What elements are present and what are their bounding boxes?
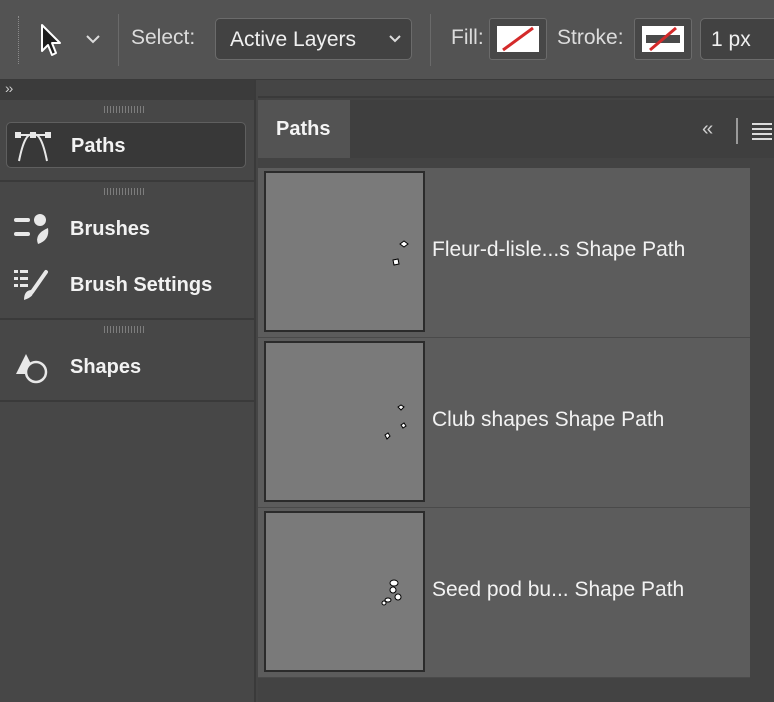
no-color-icon xyxy=(497,26,539,52)
dock-item-label: Shapes xyxy=(70,356,142,378)
select-value: Active Layers xyxy=(230,28,357,51)
group-grip[interactable] xyxy=(104,326,144,333)
chevron-down-icon xyxy=(387,31,403,47)
stroke-label: Stroke: xyxy=(557,26,624,49)
select-dropdown[interactable]: Active Layers xyxy=(215,18,412,60)
collapsed-panel-dock: ›› Paths Brushes Brush Settings Shapes xyxy=(0,80,256,702)
dock-item-label: Brush Settings xyxy=(70,274,213,296)
paths-icon xyxy=(13,127,53,165)
panel-header: Paths ‹‹ xyxy=(258,100,774,158)
path-thumbnail xyxy=(264,511,425,672)
dock-item-paths[interactable]: Paths xyxy=(6,122,246,168)
dock-item-label: Brushes xyxy=(70,218,151,240)
stroke-swatch[interactable] xyxy=(634,18,692,60)
dock-item-brushes[interactable]: Brushes xyxy=(6,206,246,252)
tab-paths[interactable]: Paths xyxy=(258,100,350,158)
dock-header: ›› xyxy=(0,80,254,100)
fill-swatch[interactable] xyxy=(489,18,547,60)
path-row[interactable]: Fleur-d-lisle...s Shape Path xyxy=(258,168,750,338)
fill-label: Fill: xyxy=(451,26,484,49)
options-bar: Select: Active Layers Fill: Stroke: 1 px xyxy=(0,0,774,80)
select-label: Select: xyxy=(131,26,196,49)
divider xyxy=(118,14,119,66)
path-thumbnail xyxy=(264,341,425,502)
panel-top-strip xyxy=(258,80,774,98)
shapes-icon xyxy=(12,348,52,386)
paths-panel: Paths ‹‹ Fleur-d-lisle...s Shape Path Cl… xyxy=(258,80,774,702)
direct-selection-arrow-icon[interactable] xyxy=(36,22,66,58)
brushes-icon xyxy=(12,210,52,248)
group-grip[interactable] xyxy=(104,188,144,195)
path-thumbnail xyxy=(264,171,425,332)
path-name: Fleur-d-lisle...s Shape Path xyxy=(432,238,686,261)
dock-group-paths: Paths xyxy=(0,100,254,182)
dock-group-shapes: Shapes xyxy=(0,320,254,402)
tab-label: Paths xyxy=(276,118,331,140)
path-name: Club shapes Shape Path xyxy=(432,408,665,431)
divider xyxy=(430,14,431,66)
collapse-panel-icon[interactable]: ‹‹ xyxy=(702,118,713,141)
dock-item-shapes[interactable]: Shapes xyxy=(6,344,246,390)
options-bar-grip[interactable] xyxy=(18,16,20,64)
stroke-width-field[interactable]: 1 px xyxy=(700,18,774,60)
expand-panels-icon[interactable]: ›› xyxy=(5,80,13,96)
tool-preset-chevron-down-icon[interactable] xyxy=(84,30,102,48)
divider xyxy=(736,118,738,144)
brush-settings-icon xyxy=(12,266,52,304)
path-row[interactable]: Seed pod bu... Shape Path xyxy=(258,508,750,678)
path-name: Seed pod bu... Shape Path xyxy=(432,578,685,601)
group-grip[interactable] xyxy=(104,106,144,113)
panel-menu-icon[interactable] xyxy=(752,122,774,140)
paths-list: Fleur-d-lisle...s Shape Path Club shapes… xyxy=(258,168,750,678)
dock-item-label: Paths xyxy=(71,135,126,157)
stroke-width-value: 1 px xyxy=(711,28,751,51)
dock-group-brushes: Brushes Brush Settings xyxy=(0,182,254,320)
dock-item-brush-settings[interactable]: Brush Settings xyxy=(6,262,246,308)
path-row[interactable]: Club shapes Shape Path xyxy=(258,338,750,508)
no-stroke-icon xyxy=(642,26,684,52)
